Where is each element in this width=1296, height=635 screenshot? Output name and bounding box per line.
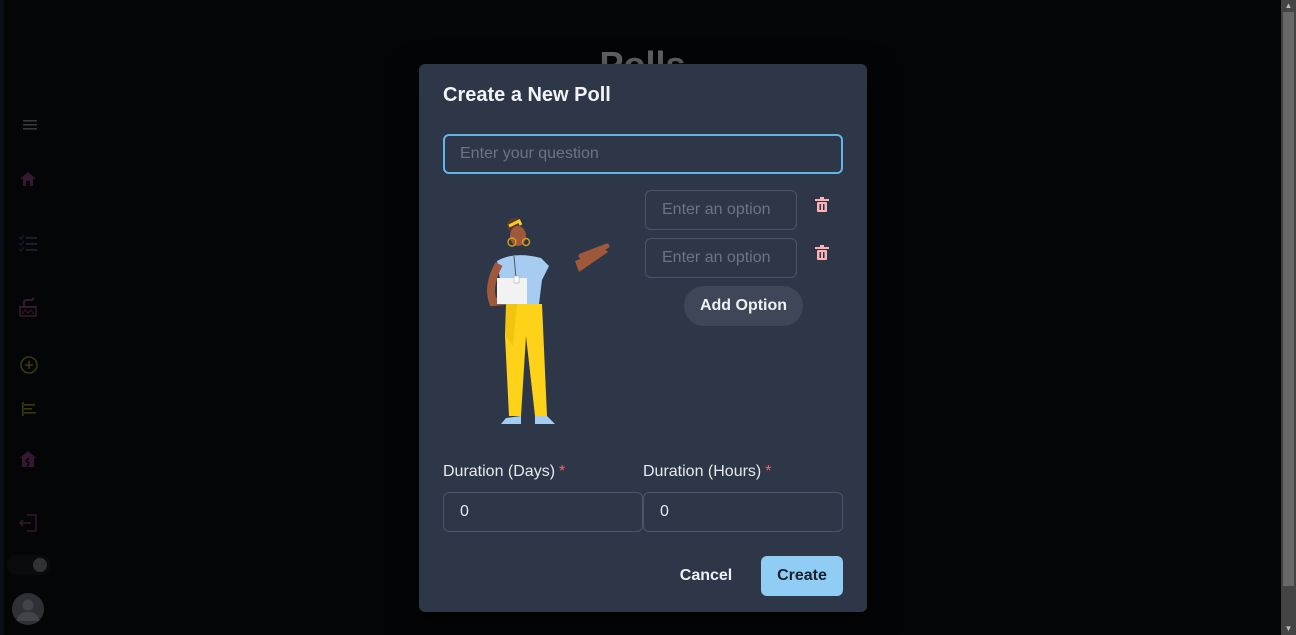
duration-hours-label: Duration (Hours) *: [643, 463, 772, 481]
duration-days-label: Duration (Days) *: [443, 463, 565, 481]
option-input-2[interactable]: [645, 238, 797, 278]
duration-days-label-text: Duration (Days): [443, 463, 556, 480]
required-mark: *: [559, 463, 566, 480]
create-poll-modal: Create a New Poll Add Option Durat: [419, 64, 867, 612]
option-input-1[interactable]: [645, 190, 797, 230]
modal-title: Create a New Poll: [443, 84, 611, 106]
add-option-button[interactable]: Add Option: [684, 286, 803, 326]
scroll-thumb[interactable]: [1283, 12, 1294, 586]
cancel-button[interactable]: Cancel: [666, 556, 746, 596]
question-input[interactable]: [443, 134, 843, 174]
scroll-up-arrow-icon[interactable]: ▲: [1281, 0, 1296, 12]
required-mark: *: [765, 463, 772, 480]
duration-days-input[interactable]: [443, 492, 643, 532]
create-button[interactable]: Create: [761, 556, 843, 596]
duration-hours-label-text: Duration (Hours): [643, 463, 762, 480]
duration-hours-input[interactable]: [643, 492, 843, 532]
vertical-scrollbar[interactable]: ▲ ▼: [1281, 0, 1296, 635]
delete-option-2-trash-icon[interactable]: [815, 245, 833, 265]
woman-presenting-illustration: [469, 206, 619, 436]
scroll-down-arrow-icon[interactable]: ▼: [1281, 623, 1296, 635]
delete-option-1-trash-icon[interactable]: [815, 197, 833, 217]
